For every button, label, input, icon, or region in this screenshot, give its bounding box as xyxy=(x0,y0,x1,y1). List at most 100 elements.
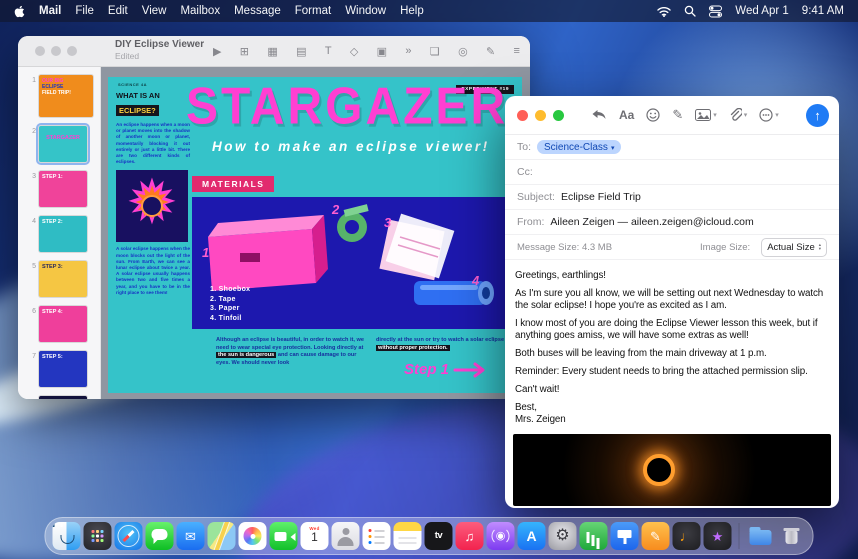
dock-music[interactable]: ♫ xyxy=(456,522,484,550)
menu-app-name[interactable]: Mail xyxy=(39,5,61,17)
mail-compose-window[interactable]: Aa ↑ To: Science- xyxy=(505,96,839,508)
dock-garageband[interactable]: ♩ xyxy=(673,522,701,550)
zoom-button[interactable] xyxy=(67,46,77,56)
control-center-icon[interactable] xyxy=(709,5,722,18)
thumbnail-2-selected[interactable]: 2 STARGAZER xyxy=(26,126,100,162)
markup-icon[interactable] xyxy=(672,107,683,123)
cc-field[interactable]: Cc: xyxy=(505,160,839,185)
from-field[interactable]: From: Aileen Zeigen — aileen.zeigen@iclo… xyxy=(505,210,839,235)
poster-sun-illustration: ✹ ✹ xyxy=(116,170,188,242)
menu-window[interactable]: Window xyxy=(345,5,386,17)
table-icon[interactable]: ▦ xyxy=(267,45,277,58)
materials-item: 2. Tape xyxy=(210,295,250,305)
dock-notes[interactable] xyxy=(394,522,422,550)
shape-icon[interactable]: ◇ xyxy=(350,45,358,58)
dock-app-store[interactable]: A xyxy=(518,522,546,550)
chevron-down-icon xyxy=(611,142,615,153)
dock-numbers[interactable] xyxy=(580,522,608,550)
dock-calendar[interactable]: Wed 1 xyxy=(301,522,329,550)
menu-help[interactable]: Help xyxy=(400,5,424,17)
dock-reminders[interactable] xyxy=(363,522,391,550)
play-button[interactable]: ▶ xyxy=(213,45,221,58)
figure-number: 4 xyxy=(472,273,479,288)
poster-paragraph: An eclipse happens when a moon or planet… xyxy=(116,122,190,165)
dock-facetime[interactable] xyxy=(270,522,298,550)
eclipse-photo-attachment[interactable] xyxy=(513,434,831,506)
poster-left-column: WHAT IS AN ECLIPSE? An eclipse happens w… xyxy=(116,91,190,296)
menu-view[interactable]: View xyxy=(142,5,167,17)
attach-icon[interactable] xyxy=(729,108,748,122)
dock-podcasts[interactable]: ◉ xyxy=(487,522,515,550)
caption-text: Although an eclipse is beautiful, in ord… xyxy=(216,337,364,351)
apple-menu-icon[interactable] xyxy=(14,5,25,18)
collaborate-icon[interactable]: ◎ xyxy=(458,45,468,58)
minimize-button[interactable] xyxy=(535,110,546,121)
fonts-button[interactable]: Aa xyxy=(619,108,634,122)
menu-bar-status: Wed Apr 1 9:41 AM xyxy=(657,5,844,18)
subject-field[interactable]: Subject: Eclipse Field Trip xyxy=(505,185,839,210)
close-button[interactable] xyxy=(35,46,45,56)
dock-keynote[interactable] xyxy=(611,522,639,550)
dock-tv[interactable]: tv xyxy=(425,522,453,550)
menu-message[interactable]: Message xyxy=(234,5,281,17)
dock-mail[interactable]: ✉ xyxy=(177,522,205,550)
send-button[interactable]: ↑ xyxy=(806,104,829,127)
dock-downloads-folder[interactable] xyxy=(747,522,775,550)
close-button[interactable] xyxy=(517,110,528,121)
dock-pages[interactable]: ✎ xyxy=(642,522,670,550)
dock-trash[interactable] xyxy=(778,522,806,550)
thumbnail-1[interactable]: 1 OUR BIG ECLIPSE FIELD TRIP! xyxy=(26,75,100,117)
emoji-icon[interactable] xyxy=(646,108,660,122)
mail-toolbar: Aa xyxy=(591,96,795,134)
thumbnail-8[interactable]: DID YOU KNOW xyxy=(26,396,100,399)
more-tools-icon[interactable]: » xyxy=(405,45,411,57)
thumbnail-number: 6 xyxy=(26,308,36,315)
thumbnail-4[interactable]: 4 STEP 2: xyxy=(26,216,100,252)
search-icon[interactable] xyxy=(684,5,696,17)
thumbnail-6[interactable]: 6 STEP 4: xyxy=(26,306,100,342)
pages-titlebar: DIY Eclipse Viewer Edited ▶ ⊞ ▦ ▤ T ◇ ▣ … xyxy=(18,36,530,67)
wifi-icon[interactable] xyxy=(657,6,671,17)
message-body[interactable]: Greetings, earthlings! As I'm sure you a… xyxy=(505,260,839,426)
pages-window[interactable]: DIY Eclipse Viewer Edited ▶ ⊞ ▦ ▤ T ◇ ▣ … xyxy=(18,36,530,399)
dock-contacts[interactable] xyxy=(332,522,360,550)
image-size-select[interactable]: Actual Size xyxy=(761,238,827,257)
thumbnail-7[interactable]: 7 STEP 5: xyxy=(26,351,100,387)
poster-caption-right: directly at the sun or try to watch a so… xyxy=(376,337,516,352)
menubar-date[interactable]: Wed Apr 1 xyxy=(735,5,789,17)
menu-mailbox[interactable]: Mailbox xyxy=(180,5,220,17)
zoom-button[interactable] xyxy=(553,110,564,121)
menu-file[interactable]: File xyxy=(75,5,94,17)
document-settings-icon[interactable]: ≡ xyxy=(514,45,520,57)
chart-icon[interactable]: ▤ xyxy=(296,45,306,58)
thumbnail-3[interactable]: 3 STEP 1: xyxy=(26,171,100,207)
comment-icon[interactable]: ❏ xyxy=(430,45,440,58)
updown-chevron-icon xyxy=(819,243,821,251)
media-icon[interactable]: ▣ xyxy=(377,45,387,58)
text-box-icon[interactable]: T xyxy=(325,45,332,57)
insert-apps-icon[interactable] xyxy=(759,108,779,122)
thumbnail-5[interactable]: 5 STEP 3: xyxy=(26,261,100,297)
to-field[interactable]: To: Science-Class xyxy=(505,135,839,160)
minimize-button[interactable] xyxy=(51,46,61,56)
dock-system-settings[interactable]: ⚙ xyxy=(549,522,577,550)
menu-edit[interactable]: Edit xyxy=(108,5,128,17)
poster-page[interactable]: SCIENCE 4A EXPERIMENT #19 STARGAZER How … xyxy=(108,77,522,393)
insert-icon[interactable]: ⊞ xyxy=(240,45,249,58)
caption-highlight: the sun is dangerous xyxy=(216,352,276,358)
recipient-token[interactable]: Science-Class xyxy=(537,140,621,154)
dock-finder[interactable] xyxy=(53,522,81,550)
photo-browser-icon[interactable] xyxy=(695,109,717,121)
dock-launchpad[interactable] xyxy=(84,522,112,550)
mail-header-fields: To: Science-Class Cc: Subject: Eclipse F… xyxy=(505,135,839,260)
format-icon[interactable]: ✎ xyxy=(486,45,495,58)
dock-maps[interactable] xyxy=(208,522,236,550)
reply-icon[interactable] xyxy=(591,109,607,122)
materials-item: 1. Shoebox xyxy=(210,285,250,295)
dock-photos[interactable] xyxy=(239,522,267,550)
dock-imovie[interactable]: ★ xyxy=(704,522,732,550)
dock-safari[interactable] xyxy=(115,522,143,550)
menu-format[interactable]: Format xyxy=(295,5,331,17)
dock-messages[interactable] xyxy=(146,522,174,550)
menubar-time[interactable]: 9:41 AM xyxy=(802,5,844,17)
